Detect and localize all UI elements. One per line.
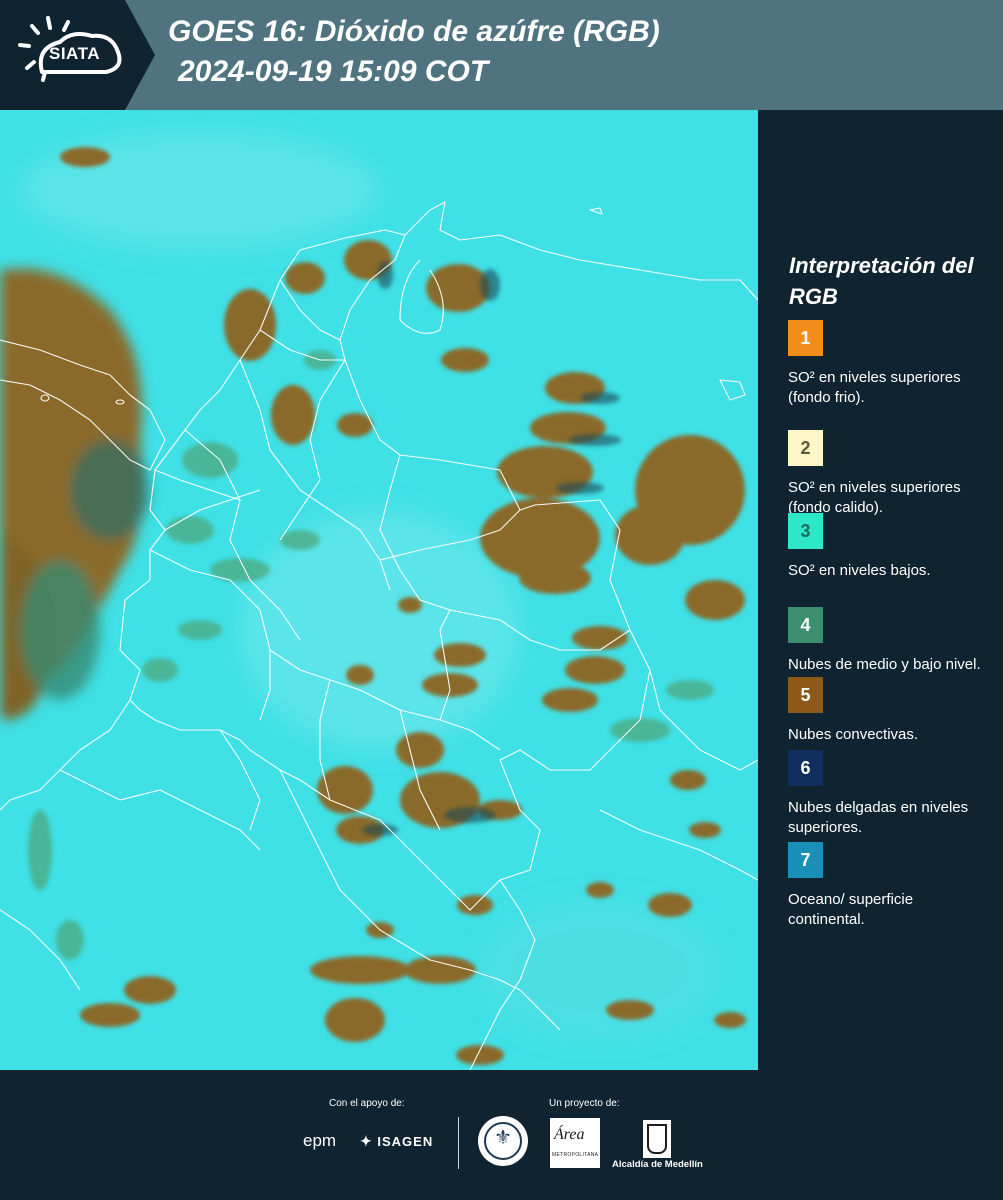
satellite-map[interactable] — [0, 110, 758, 1070]
legend-swatch: 1 — [788, 320, 823, 356]
medellin-seal-icon: ⚜ — [478, 1116, 528, 1166]
legend-swatch: 3 — [788, 513, 823, 549]
siata-logo: SIATA — [0, 0, 155, 110]
alcaldia-crest-icon — [643, 1120, 671, 1158]
isagen-logo-text: ISAGEN — [377, 1134, 434, 1149]
page-title: GOES 16: Dióxido de azúfre (RGB) — [168, 15, 660, 48]
isagen-icon: ✦ — [360, 1133, 373, 1149]
legend-label: SO² en niveles superiores (fondo calido)… — [788, 479, 961, 516]
legend-swatch: 5 — [788, 677, 823, 713]
satellite-image — [0, 110, 758, 1070]
footer: Con el apoyo de: Un proyecto de: epm ✦ I… — [0, 1070, 1003, 1200]
project-caption: Un proyecto de: — [549, 1098, 620, 1109]
legend-title: Interpretación del RGB — [789, 253, 974, 309]
legend-item: 2 SO² en niveles superiores (fondo calido… — [788, 430, 988, 518]
legend-label: SO² en niveles bajos. — [788, 562, 931, 579]
footer-divider — [458, 1117, 459, 1169]
page-timestamp: 2024-09-19 15:09 COT — [178, 55, 489, 88]
legend-swatch: 6 — [788, 750, 823, 786]
legend-label: Nubes de medio y bajo nivel. — [788, 656, 981, 673]
legend-item: 6 Nubes delgadas en niveles superiores. — [788, 750, 988, 838]
legend-item: 7 Oceano/ superficie continental. — [788, 842, 988, 930]
legend-label: Nubes convectivas. — [788, 726, 919, 743]
area-logo-subtext: METROPOLITANA — [552, 1152, 599, 1158]
legend-swatch: 7 — [788, 842, 823, 878]
header-bar: SIATA GOES 16: Dióxido de azúfre (RGB) 2… — [0, 0, 1003, 110]
legend-item: 4 Nubes de medio y bajo nivel. — [788, 607, 988, 675]
legend-swatch: 2 — [788, 430, 823, 466]
legend-swatch: 4 — [788, 607, 823, 643]
siata-logo-text: SIATA — [49, 44, 100, 63]
legend-panel: Interpretación del RGB 1 SO² en niveles s… — [758, 110, 1003, 1070]
isagen-logo: ✦ ISAGEN — [360, 1133, 433, 1150]
area-metropolitana-logo: Área METROPOLITANA — [550, 1118, 600, 1168]
epm-logo: epm — [303, 1131, 337, 1150]
legend-item: 3 SO² en niveles bajos. — [788, 513, 988, 581]
support-caption: Con el apoyo de: — [329, 1098, 405, 1109]
legend-label: Oceano/ superficie continental. — [788, 891, 914, 928]
legend-item: 5 Nubes convectivas. — [788, 677, 988, 745]
area-logo-text: Área — [554, 1126, 585, 1143]
alcaldia-logo-text: Alcaldía de Medellín — [612, 1159, 703, 1170]
legend-label: Nubes delgadas en niveles superiores. — [788, 799, 969, 836]
legend-label: SO² en niveles superiores (fondo frio). — [788, 369, 961, 406]
legend-item: 1 SO² en niveles superiores (fondo frio). — [788, 320, 988, 408]
